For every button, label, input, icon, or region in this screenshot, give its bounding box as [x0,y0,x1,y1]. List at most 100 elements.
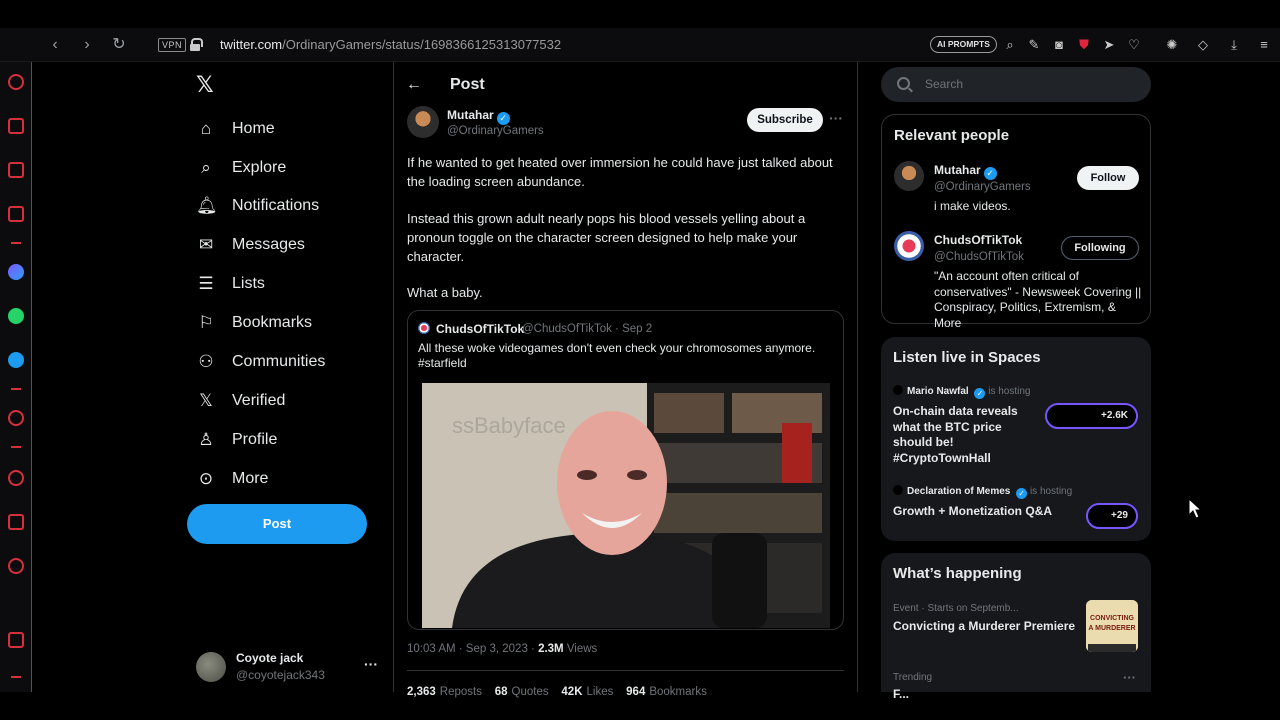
music-icon[interactable] [8,410,24,426]
relevant-people-card: Relevant people Mutahar ✓ @OrdinaryGamers… [881,114,1151,330]
nav-notifications[interactable]: 🔔︎ Notifications [196,193,319,219]
person-name[interactable]: ChudsOfTikTok [934,233,1022,247]
quotes-stat[interactable]: 68 Quotes [495,686,549,698]
messenger-icon[interactable] [8,264,24,280]
author-avatar[interactable] [407,106,439,138]
avatar[interactable] [894,161,924,191]
camera-icon[interactable]: ◙ [1051,37,1067,53]
more-dots-icon[interactable]: ··· [829,110,843,126]
avatar[interactable] [894,231,924,261]
more-dots-icon[interactable]: ··· [1123,670,1136,685]
verified-badge-icon: ✓ [1016,488,1028,499]
nav-lists[interactable]: ☰ Lists [196,271,265,297]
list-icon: ☰ [198,274,214,293]
space-host: Declaration of Memes ✓ is hosting [893,485,1072,499]
likes-stat[interactable]: 42K Likes [561,686,613,698]
views-count: 2.3M [538,643,564,655]
settings-icon[interactable] [8,558,24,574]
back-arrow-icon[interactable]: ← [406,76,422,94]
quote-text: All these woke videogames don't even che… [418,341,816,370]
quote-author-handle: @ChudsOfTikTok · Sep 2 [522,323,653,335]
player-icon[interactable] [8,206,24,222]
url-host: twitter.com [220,37,283,52]
divider [407,670,844,671]
ai-prompts-button[interactable]: AI PROMPTS [930,36,997,53]
twitter-icon[interactable] [8,352,24,368]
post-button[interactable]: Post [187,504,367,544]
shield-icon[interactable]: ⛊ [1076,37,1092,53]
trend-title[interactable]: Convicting a Murderer Premiere [893,619,1075,633]
host-status: is hosting [988,386,1031,397]
nav-communities[interactable]: ⚇ Communities [196,349,325,375]
space-host: Mario Nawfal ✓ is hosting [893,385,1031,399]
host-avatar [893,385,903,395]
send-icon[interactable]: ➤ [1101,37,1117,53]
edit-icon[interactable]: ✎ [1026,37,1042,53]
tweet-timestamp[interactable]: 10:03 AM · Sep 3, 2023 · 2.3M Views [407,643,597,655]
speed-dial-icon[interactable] [8,74,24,90]
author-handle[interactable]: @OrdinaryGamers [447,125,544,137]
home-icon: ⌂ [200,119,212,138]
nav-more[interactable]: ⊙ More [196,466,269,492]
trend-thumbnail[interactable]: CONVICTING A MURDERER [1086,600,1138,652]
nav-messages[interactable]: ✉ Messages [196,232,305,258]
envelope-icon: ✉ [198,235,214,254]
tweet-stats: 2,363 Reposts 68 Quotes 42K Likes 964 Bookma… [407,686,707,698]
x-logo-icon: 𝕏 [199,391,213,410]
search-icon[interactable]: ⌕ [1002,37,1018,53]
whatsapp-icon[interactable] [8,308,24,324]
nav-bookmarks[interactable]: ⚐ Bookmarks [196,310,312,336]
menu-icon[interactable]: ≡ [1256,37,1272,53]
nav-verified[interactable]: 𝕏 Verified [196,388,285,414]
space-title[interactable]: Growth + Monetization Q&A [893,504,1063,520]
following-button[interactable]: Following [1061,236,1139,260]
nav-explore[interactable]: ⌕ Explore [196,155,286,181]
x-logo-icon[interactable]: 𝕏 [196,74,218,96]
quoted-tweet[interactable]: ChudsOfTikTok @ChudsOfTikTok · Sep 2 All… [407,310,844,630]
space-listeners-pill[interactable]: +29 [1086,503,1138,529]
account-switcher[interactable]: Coyote jack @coyotejack343 ··· [196,650,386,684]
reload-icon[interactable]: ↻ [110,36,128,54]
follow-button[interactable]: Follow [1077,166,1139,190]
verified-badge-icon: ✓ [974,388,986,399]
quote-media-image[interactable]: ssBabyface [422,383,830,628]
search-input[interactable]: Search [881,67,1151,102]
gallery-icon[interactable] [8,632,24,648]
extension-icon[interactable]: ✺ [1164,37,1180,53]
stat-label: Reposts [439,686,482,698]
nav-label: Lists [232,275,265,292]
download-icon[interactable]: ⤓ [1226,37,1242,53]
trend-title[interactable]: F... [893,687,909,701]
quote-avatar [418,322,430,334]
nav-home[interactable]: ⌂ Home [196,116,275,142]
subscribe-button[interactable]: Subscribe [747,108,823,132]
tweet-paragraph: Instead this grown adult nearly pops his… [407,211,806,264]
person-icon: ♙ [198,430,214,449]
bookmarks-stat[interactable]: 964 Bookmarks [626,686,707,698]
extensions-icon[interactable] [8,514,24,530]
more-dots-icon[interactable] [11,676,21,678]
account-handle: @coyotejack343 [236,668,325,682]
url-field[interactable]: twitter.com/OrdinaryGamers/status/169836… [220,37,561,52]
cube-icon[interactable]: ◇ [1195,37,1211,53]
nav-label: Profile [232,431,278,448]
history-icon[interactable] [8,470,24,486]
nav-profile[interactable]: ♙ Profile [196,427,277,453]
card-title: Relevant people [894,127,1010,144]
twitch-icon[interactable] [8,162,24,178]
forward-nav-icon[interactable]: › [78,36,96,54]
reposts-stat[interactable]: 2,363 Reposts [407,686,482,698]
host-status: is hosting [1029,486,1073,497]
search-icon [897,77,910,90]
spaces-card: Listen live in Spaces Mario Nawfal ✓ is … [881,337,1151,541]
back-nav-icon[interactable]: ‹ [46,36,64,54]
space-title[interactable]: On-chain data reveals what the BTC price… [893,404,1033,466]
heart-icon[interactable]: ♡ [1126,37,1142,53]
shopping-icon[interactable] [8,118,24,134]
vpn-badge[interactable]: VPN [158,38,187,52]
person-name[interactable]: Mutahar ✓ [934,163,997,180]
whats-happening-card: What’s happening Event · Starts on Septe… [881,553,1151,701]
space-listeners-pill[interactable]: +2.6K [1045,403,1138,429]
author-name[interactable]: Mutahar ✓ [447,108,510,125]
sidebar-divider [11,242,21,244]
